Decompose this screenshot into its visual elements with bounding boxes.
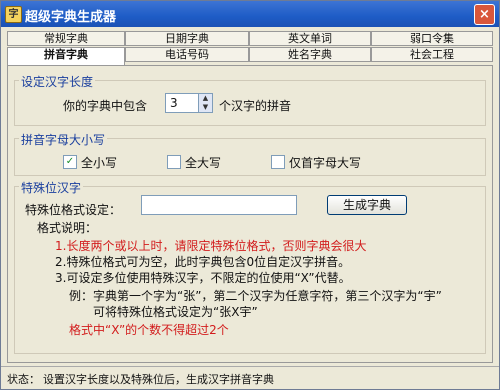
uppercase-label: 全大写 <box>185 156 222 170</box>
status-text: 设置汉字长度以及特殊位后，生成汉字拼音字典 <box>43 373 274 386</box>
spin-down-icon[interactable]: ▼ <box>198 103 212 112</box>
capitalize-label: 仅首字母大写 <box>289 156 362 170</box>
notes-title: 格式说明： <box>37 221 98 235</box>
tab-english-words[interactable]: 英文单词 <box>249 31 371 46</box>
length-suffix: 个汉字的拼音 <box>219 99 292 113</box>
pinyin-panel: 设定汉字长度 你的字典中包含 3 ▲ ▼ 个汉字的拼音 拼音字母大小写 ✓ 全小… <box>7 65 493 363</box>
window-title: 超级字典生成器 <box>25 10 117 25</box>
length-prefix: 你的字典中包含 <box>63 99 148 113</box>
spin-up-icon[interactable]: ▲ <box>198 94 212 103</box>
tab-date-dictionary[interactable]: 日期字典 <box>125 31 249 46</box>
uppercase-checkbox[interactable] <box>167 155 181 169</box>
tab-pinyin-dictionary[interactable]: 拼音字典 <box>7 47 125 65</box>
tab-strip: 常规字典 日期字典 英文单词 弱口令集 拼音字典 电话号码 姓名字典 社会工程 <box>7 31 493 65</box>
note-line-6: 格式中“X”的个数不得超过2个 <box>69 323 229 337</box>
note-line-3: 3.可设定多位使用特殊汉字，不限定的位使用“X”代替。 <box>55 271 351 285</box>
tab-weak-passwords[interactable]: 弱口令集 <box>371 31 493 46</box>
app-icon: 字 <box>5 6 22 23</box>
title-bar: 字 超级字典生成器 × <box>1 1 499 27</box>
generate-button[interactable]: 生成字典 <box>327 195 407 215</box>
tab-name-dictionary[interactable]: 姓名字典 <box>249 47 371 62</box>
tab-regular-dictionary[interactable]: 常规字典 <box>7 31 125 46</box>
tab-phone-numbers[interactable]: 电话号码 <box>125 47 249 62</box>
note-line-4: 例：字典第一个字为“张”，第二个汉字为任意字符，第三个汉字为“宇” <box>69 289 442 303</box>
length-stepper[interactable]: 3 ▲ ▼ <box>165 93 213 113</box>
tab-social-engineering[interactable]: 社会工程 <box>371 47 493 62</box>
length-legend: 设定汉字长度 <box>19 73 96 90</box>
app-window: 字 超级字典生成器 × 常规字典 日期字典 英文单词 弱口令集 拼音字典 电话号… <box>0 0 500 390</box>
format-input[interactable] <box>141 195 297 215</box>
length-value: 3 <box>170 96 178 110</box>
lowercase-label: 全小写 <box>81 156 118 170</box>
case-group: 拼音字母大小写 ✓ 全小写 全大写 仅首字母大写 <box>14 131 486 176</box>
lowercase-checkbox[interactable]: ✓ <box>63 155 77 169</box>
length-group: 设定汉字长度 你的字典中包含 3 ▲ ▼ 个汉字的拼音 <box>14 73 486 126</box>
special-legend: 特殊位汉字 <box>19 179 84 196</box>
special-group: 特殊位汉字 特殊位格式设定： 生成字典 格式说明： 1.长度两个或以上时，请限定… <box>14 179 486 354</box>
capitalize-checkbox[interactable] <box>271 155 285 169</box>
note-line-1: 1.长度两个或以上时，请限定特殊位格式，否则字典会很大 <box>55 239 367 253</box>
format-label: 特殊位格式设定： <box>25 203 122 217</box>
close-button[interactable]: × <box>474 4 495 25</box>
status-bar: 状态： 设置汉字长度以及特殊位后，生成汉字拼音字典 <box>1 366 499 389</box>
note-line-5: 可将特殊位格式设定为“张X宇” <box>93 305 258 319</box>
status-label: 状态： <box>7 373 40 386</box>
note-line-2: 2.特殊位格式可为空，此时字典包含0位自定汉字拼音。 <box>55 255 351 269</box>
case-legend: 拼音字母大小写 <box>19 131 108 148</box>
